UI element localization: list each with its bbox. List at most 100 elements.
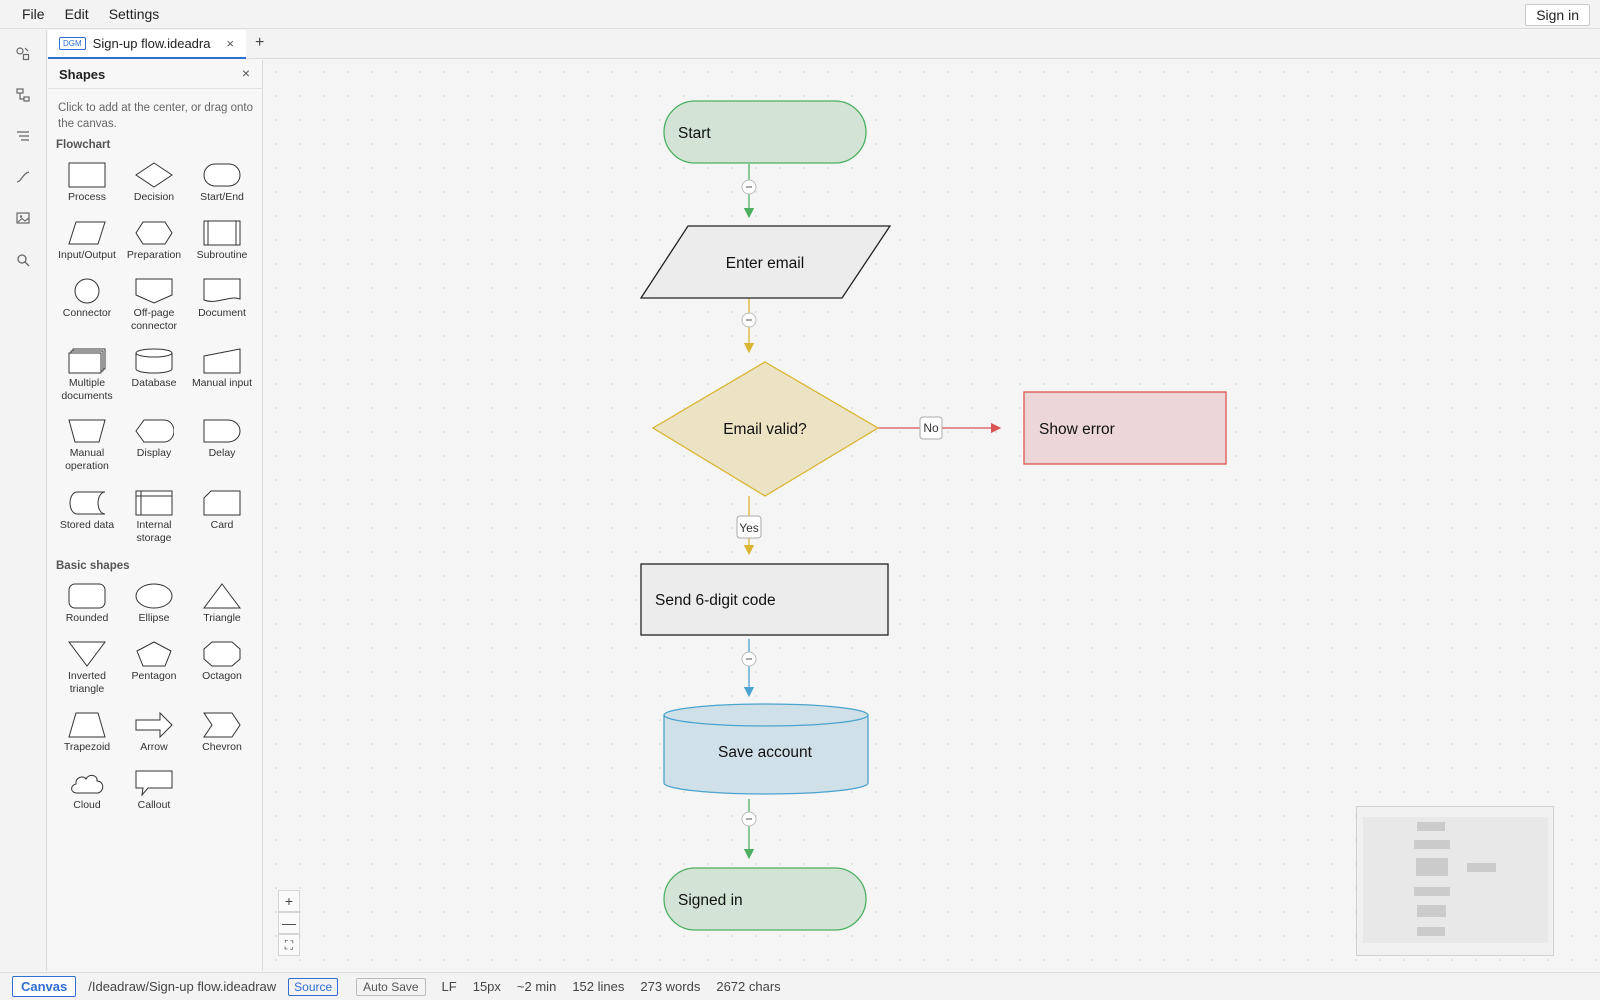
panel-hint: Click to add at the center, or drag onto… xyxy=(58,102,253,130)
node-start[interactable]: Start xyxy=(663,100,867,164)
node-email-valid[interactable]: Email valid? xyxy=(651,361,880,497)
menu-file[interactable]: File xyxy=(12,6,55,22)
shape-process[interactable]: Process xyxy=(54,161,120,204)
file-type-badge: DGM xyxy=(59,37,86,50)
edge-start-to-enter-email[interactable] xyxy=(741,164,757,219)
node-email-valid-label: Email valid? xyxy=(723,421,807,438)
shape-input-output[interactable]: Input/Output xyxy=(54,219,120,262)
shape-chevron[interactable]: Chevron xyxy=(189,711,255,754)
shape-off-page-connector[interactable]: Off-page connector xyxy=(121,277,187,333)
menu-edit[interactable]: Edit xyxy=(55,6,99,22)
shapes-icon[interactable] xyxy=(13,44,33,64)
edge-enter-email-to-email-valid[interactable] xyxy=(741,296,757,354)
minimap[interactable] xyxy=(1356,806,1554,956)
panel-title: Shapes xyxy=(59,67,106,82)
tab-bar: DGM Sign-up flow.ideadra × + xyxy=(48,30,1600,59)
node-show-error-label: Show error xyxy=(1039,421,1115,438)
diagram-structure-icon[interactable] xyxy=(13,85,33,105)
font-size[interactable]: 15px xyxy=(473,979,501,994)
canvas-mode-button[interactable]: Canvas xyxy=(12,976,77,997)
shape-triangle[interactable]: Triangle xyxy=(189,582,255,625)
line-ending[interactable]: LF xyxy=(442,979,457,994)
shape-decision[interactable]: Decision xyxy=(121,161,187,204)
search-icon[interactable] xyxy=(13,250,33,270)
shape-display[interactable]: Display xyxy=(121,417,187,460)
auto-save-toggle[interactable]: Auto Save xyxy=(356,977,426,996)
activity-bar xyxy=(0,30,47,971)
line-count: 152 lines xyxy=(572,979,625,994)
file-path: /Ideadraw/Sign-up flow.ideadraw xyxy=(88,979,277,994)
zoom-in-button[interactable]: + xyxy=(278,890,300,912)
zoom-out-button[interactable]: — xyxy=(278,912,300,934)
shape-octagon[interactable]: Octagon xyxy=(189,640,255,683)
close-panel-icon[interactable]: × xyxy=(242,65,250,81)
minimap-viewport xyxy=(1363,817,1548,943)
image-icon[interactable] xyxy=(13,208,33,228)
node-save-account[interactable]: Save account xyxy=(663,703,869,795)
shape-stored-data[interactable]: Stored data xyxy=(54,489,120,532)
connector-icon[interactable] xyxy=(13,167,33,187)
node-send-code[interactable]: Send 6-digit code xyxy=(640,563,889,636)
menu-settings[interactable]: Settings xyxy=(99,6,170,22)
shapes-panel: Shapes × Click to add at the center, or … xyxy=(48,60,263,971)
shape-rounded[interactable]: Rounded xyxy=(54,582,120,625)
shape-document[interactable]: Document xyxy=(189,277,255,320)
status-bar: Canvas /Ideadraw/Sign-up flow.ideadraw S… xyxy=(0,972,1600,1000)
minimap-node xyxy=(1416,858,1448,876)
shape-pentagon[interactable]: Pentagon xyxy=(121,640,187,683)
shape-database[interactable]: Database xyxy=(121,347,187,390)
shape-subroutine[interactable]: Subroutine xyxy=(189,219,255,262)
shape-start-end[interactable]: Start/End xyxy=(189,161,255,204)
shape-card[interactable]: Card xyxy=(189,489,255,532)
shape-ellipse[interactable]: Ellipse xyxy=(121,582,187,625)
node-signed-in-label: Signed in xyxy=(678,892,743,909)
node-enter-email[interactable]: Enter email xyxy=(639,225,892,299)
minimap-node xyxy=(1417,822,1445,831)
section-basic-shapes: Basic shapes xyxy=(56,560,130,572)
shape-multiple-documents[interactable]: Multiple documents xyxy=(54,347,120,403)
edge-label-yes: Yes xyxy=(739,521,759,535)
menu-bar: File Edit Settings Sign in xyxy=(0,0,1600,29)
edge-send-code-to-save-account[interactable] xyxy=(741,639,757,698)
edge-save-account-to-signed-in[interactable] xyxy=(741,799,757,860)
minimap-node xyxy=(1414,840,1450,849)
node-signed-in[interactable]: Signed in xyxy=(663,867,867,931)
tab-sign-up-flow[interactable]: DGM Sign-up flow.ideadra × xyxy=(48,30,246,59)
edge-label-no: No xyxy=(923,421,939,435)
minimap-node xyxy=(1417,905,1446,917)
minimap-node xyxy=(1417,927,1445,936)
source-mode-button[interactable]: Source xyxy=(288,977,339,996)
new-tab-button[interactable]: + xyxy=(255,34,264,52)
minimap-node xyxy=(1414,887,1450,896)
node-save-account-label: Save account xyxy=(718,744,813,761)
read-time: ~2 min xyxy=(516,979,557,994)
shapes-panel-header: Shapes × xyxy=(48,60,262,89)
node-enter-email-label: Enter email xyxy=(726,255,804,272)
shape-connector[interactable]: Connector xyxy=(54,277,120,320)
tab-title: Sign-up flow.ideadra xyxy=(92,36,211,51)
edge-email-valid-to-show-error[interactable]: No xyxy=(862,416,1002,440)
shape-manual-operation[interactable]: Manual operation xyxy=(54,417,120,473)
shape-manual-input[interactable]: Manual input xyxy=(189,347,255,390)
shape-inverted-triangle[interactable]: Inverted triangle xyxy=(54,640,120,696)
node-show-error[interactable]: Show error xyxy=(1023,391,1227,465)
section-flowchart: Flowchart xyxy=(56,139,111,151)
shape-internal-storage[interactable]: Internal storage xyxy=(121,489,187,545)
node-start-label: Start xyxy=(678,125,711,142)
char-count: 2672 chars xyxy=(716,979,781,994)
edge-email-valid-to-send-code[interactable]: Yes xyxy=(736,496,762,556)
shape-preparation[interactable]: Preparation xyxy=(121,219,187,262)
sign-in-button[interactable]: Sign in xyxy=(1525,4,1590,26)
word-count: 273 words xyxy=(640,979,701,994)
shape-trapezoid[interactable]: Trapezoid xyxy=(54,711,120,754)
shape-arrow[interactable]: Arrow xyxy=(121,711,187,754)
close-tab-icon[interactable]: × xyxy=(226,36,234,51)
minimap-node xyxy=(1467,863,1496,872)
node-send-code-label: Send 6-digit code xyxy=(655,592,776,609)
outline-icon[interactable] xyxy=(13,126,33,146)
shape-callout[interactable]: Callout xyxy=(121,769,187,812)
fit-view-button[interactable]: ⛶ xyxy=(278,934,300,956)
shape-delay[interactable]: Delay xyxy=(189,417,255,460)
diagram-canvas[interactable]: No Yes Start Enter email Email valid? Sh… xyxy=(264,60,1600,971)
shape-cloud[interactable]: Cloud xyxy=(54,769,120,812)
